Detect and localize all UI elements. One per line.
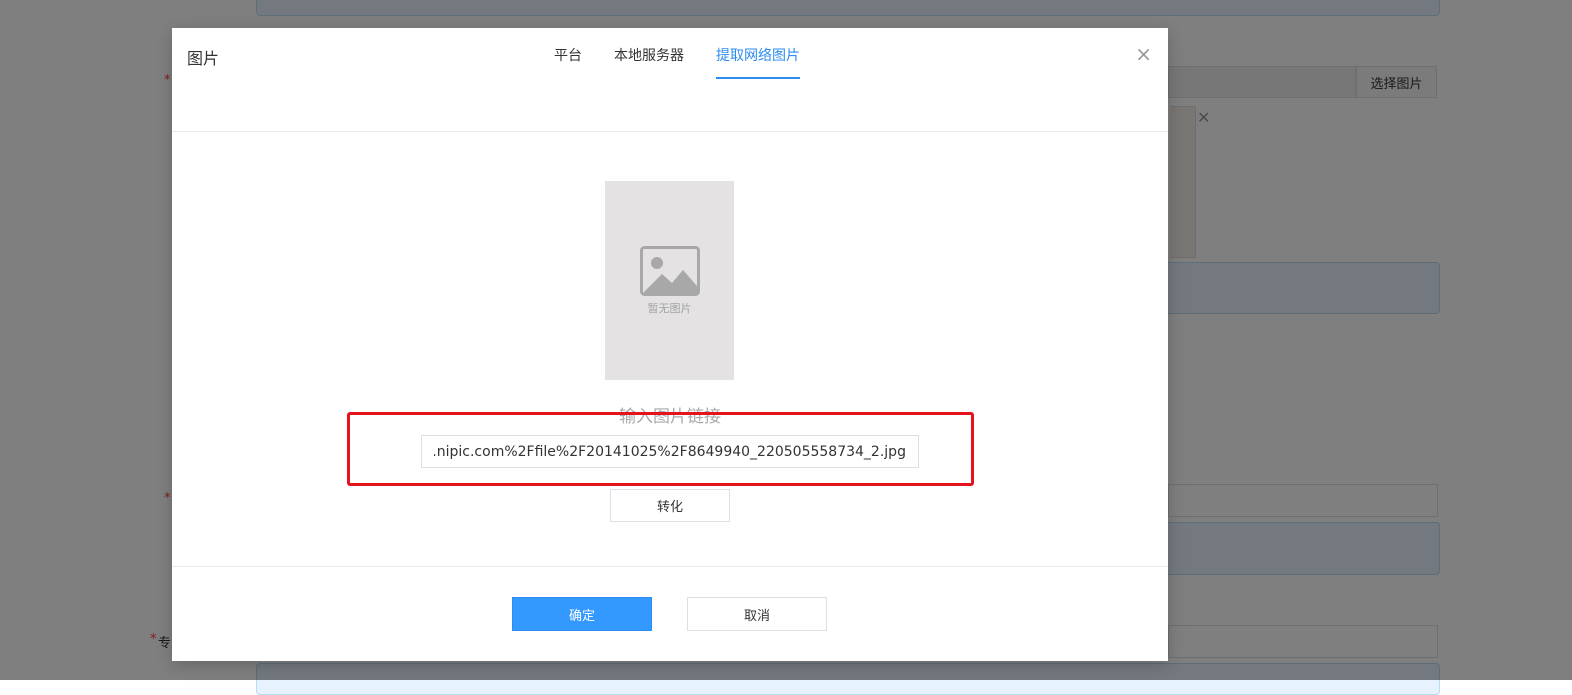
image-preview: 暂无图片 xyxy=(605,181,734,380)
modal-header: 图片 平台 本地服务器 提取网络图片 × xyxy=(172,28,1168,132)
image-url-input[interactable] xyxy=(421,435,919,468)
modal-footer: 确定 取消 xyxy=(172,566,1168,662)
source-tabs: 平台 本地服务器 提取网络图片 xyxy=(554,45,800,79)
tab-local-server[interactable]: 本地服务器 xyxy=(614,45,684,79)
confirm-button[interactable]: 确定 xyxy=(512,597,652,631)
tab-network-image[interactable]: 提取网络图片 xyxy=(716,45,800,79)
modal-title: 图片 xyxy=(187,49,220,68)
no-image-text: 暂无图片 xyxy=(647,301,692,315)
convert-button[interactable]: 转化 xyxy=(610,489,730,522)
tab-platform[interactable]: 平台 xyxy=(554,45,582,79)
url-label: 输入图片链接 xyxy=(619,407,721,427)
image-picker-modal: 图片 平台 本地服务器 提取网络图片 × 暂无图片 输入图片链接 转化 确定 取… xyxy=(172,28,1168,661)
image-placeholder-icon xyxy=(639,245,700,296)
close-icon[interactable]: × xyxy=(1135,44,1152,64)
cancel-button[interactable]: 取消 xyxy=(687,597,827,631)
